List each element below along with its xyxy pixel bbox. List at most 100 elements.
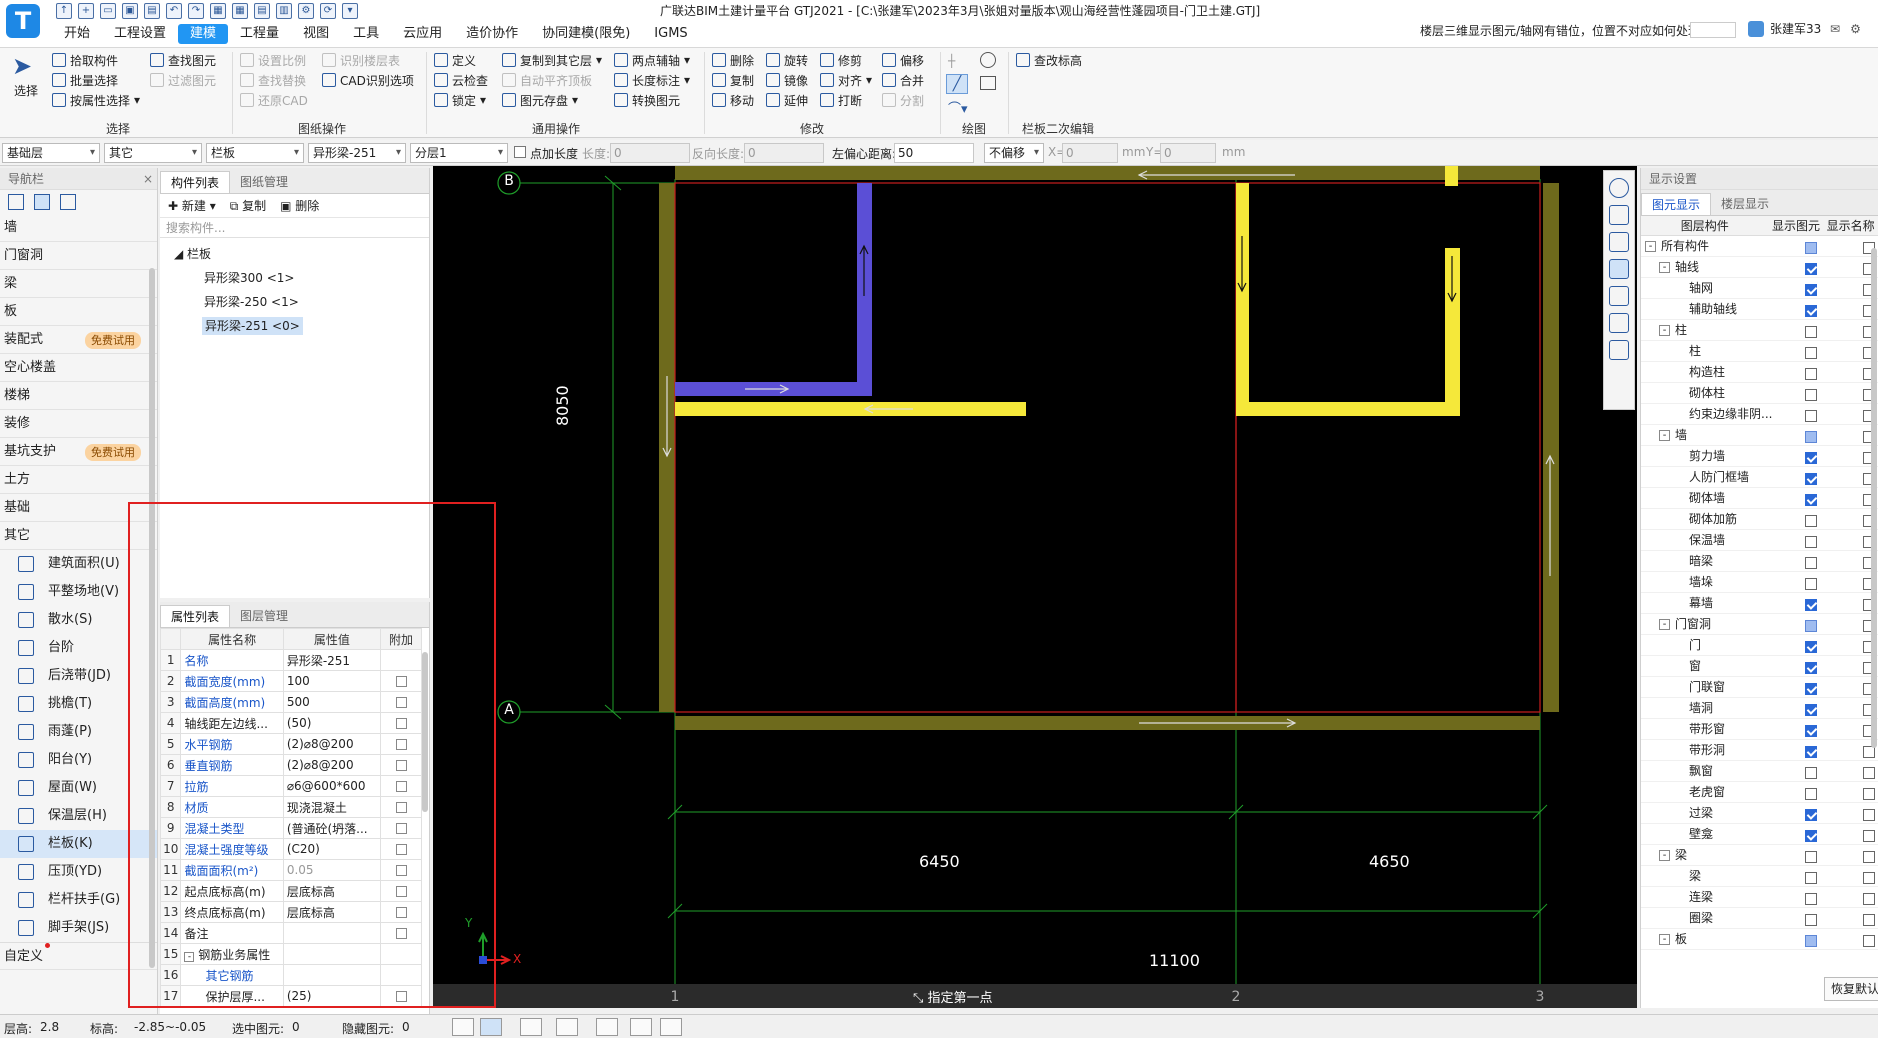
list-view-icon[interactable] bbox=[34, 194, 50, 210]
curve-icon[interactable] bbox=[660, 1018, 682, 1036]
arc-draw-icon[interactable]: ⌒▾ bbox=[948, 98, 968, 117]
show-element-checkbox[interactable] bbox=[1805, 725, 1817, 737]
show-element-checkbox[interactable] bbox=[1805, 662, 1817, 674]
display-row[interactable]: 砌体柱 bbox=[1641, 383, 1878, 404]
tab-element-display[interactable]: 图元显示 bbox=[1641, 193, 1712, 215]
two-point-axis-button[interactable]: 两点辅轴 ▾ bbox=[614, 50, 690, 70]
nav-item-door-window[interactable]: 门窗洞 bbox=[0, 242, 157, 270]
extra-checkbox[interactable] bbox=[395, 718, 407, 729]
display-scrollbar[interactable] bbox=[1871, 248, 1877, 748]
menu-collab-modeling[interactable]: 协同建模(限免) bbox=[530, 24, 642, 44]
show-name-checkbox[interactable] bbox=[1863, 809, 1875, 821]
extra-checkbox[interactable] bbox=[395, 697, 407, 708]
display-row[interactable]: -梁 bbox=[1641, 845, 1878, 866]
sync-icon[interactable]: ⟳ bbox=[320, 3, 336, 19]
nav-item-beam[interactable]: 梁 bbox=[0, 270, 157, 298]
display-row[interactable]: 柱 bbox=[1641, 341, 1878, 362]
extra-checkbox[interactable] bbox=[395, 991, 407, 1002]
tree-item[interactable]: 异形梁-250 <1> bbox=[160, 290, 429, 314]
collapse-icon[interactable]: - bbox=[1659, 262, 1670, 273]
offset-input[interactable]: 50 bbox=[894, 143, 974, 163]
cross-icon[interactable] bbox=[520, 1018, 542, 1036]
collapse-icon[interactable]: - bbox=[1659, 325, 1670, 336]
y-input[interactable]: 0 bbox=[1160, 143, 1216, 163]
property-row[interactable]: 3 截面高度(mm) 500 bbox=[159, 691, 422, 713]
menu-cost-collab[interactable]: 造价协作 bbox=[454, 24, 530, 44]
property-row[interactable]: 6 垂直钢筋 (2)⌀8@200 bbox=[159, 754, 422, 776]
collapse-icon[interactable]: - bbox=[1659, 430, 1670, 441]
show-element-checkbox[interactable] bbox=[1805, 683, 1817, 695]
attr-select-button[interactable]: 按属性选择 ▾ bbox=[52, 90, 140, 110]
nav-item-stairs[interactable]: 楼梯 bbox=[0, 382, 157, 410]
show-name-checkbox[interactable] bbox=[1863, 935, 1875, 947]
property-row[interactable]: 7 拉筋 ⌀6@600*600 bbox=[159, 775, 422, 797]
convert-element-button[interactable]: 转换图元 bbox=[614, 90, 680, 110]
nav-item-other[interactable]: 其它 bbox=[0, 522, 157, 550]
collapse-icon[interactable]: - bbox=[1645, 241, 1656, 252]
show-element-checkbox[interactable] bbox=[1805, 914, 1817, 926]
mirror-button[interactable]: 镜像 bbox=[766, 70, 808, 90]
show-element-checkbox[interactable] bbox=[1805, 389, 1817, 401]
collapse-icon[interactable]: - bbox=[184, 951, 195, 962]
user-info[interactable]: 张建军33 bbox=[1748, 20, 1821, 37]
sub-item-parapet[interactable]: 栏板(K) bbox=[0, 830, 157, 858]
extra-checkbox[interactable] bbox=[395, 886, 407, 897]
collapse-icon[interactable]: - bbox=[1659, 850, 1670, 861]
tool-icon[interactable]: ⚙ bbox=[298, 3, 314, 19]
delete-component-button[interactable]: ▣ 删除 bbox=[280, 197, 319, 214]
display-row[interactable]: 门 bbox=[1641, 635, 1878, 656]
select-button[interactable]: 选择 bbox=[14, 82, 38, 99]
show-element-checkbox[interactable] bbox=[1805, 263, 1817, 275]
property-row[interactable]: 11 截面面积(m²) 0.05 bbox=[159, 859, 422, 881]
display-row[interactable]: 带形窗 bbox=[1641, 719, 1878, 740]
display-row[interactable]: 幕墙 bbox=[1641, 593, 1878, 614]
show-element-checkbox[interactable] bbox=[1805, 851, 1817, 863]
close-icon[interactable]: × bbox=[143, 168, 153, 190]
tree-item-selected[interactable]: 异形梁-251 <0> bbox=[160, 314, 429, 338]
dynamic-input-icon[interactable] bbox=[596, 1018, 618, 1036]
display-row[interactable]: 构造柱 bbox=[1641, 362, 1878, 383]
show-element-checkbox[interactable] bbox=[1805, 326, 1817, 338]
more-icon[interactable]: ▾ bbox=[342, 3, 358, 19]
angle-icon[interactable] bbox=[556, 1018, 578, 1036]
display-row[interactable]: - 所有构件 bbox=[1641, 236, 1878, 257]
sub-item-scaffold[interactable]: 脚手架(JS) bbox=[0, 914, 157, 942]
table-icon[interactable]: ▤ bbox=[254, 3, 270, 19]
check-elevation-button[interactable]: 查改标高 bbox=[1016, 50, 1082, 70]
show-element-checkbox[interactable] bbox=[1805, 935, 1817, 947]
show-element-checkbox[interactable] bbox=[1805, 746, 1817, 758]
show-element-checkbox[interactable] bbox=[1805, 872, 1817, 884]
rotate-button[interactable]: 旋转 bbox=[766, 50, 808, 70]
new-component-button[interactable]: ✚ 新建 ▾ bbox=[168, 197, 216, 214]
batch-select-button[interactable]: 批量选择 bbox=[52, 70, 118, 90]
type-select[interactable]: 其它 bbox=[104, 143, 202, 163]
nav-item-foundation[interactable]: 基础 bbox=[0, 494, 157, 522]
help-search-input[interactable] bbox=[1690, 22, 1736, 38]
layer-view-icon[interactable] bbox=[1609, 340, 1629, 360]
sub-item-site-leveling[interactable]: 平整场地(V) bbox=[0, 578, 157, 606]
display-row[interactable]: 保温墙 bbox=[1641, 530, 1878, 551]
menu-project-settings[interactable]: 工程设置 bbox=[102, 24, 178, 44]
property-row[interactable]: 13 终点底标高(m) 层底标高 bbox=[159, 901, 422, 923]
display-row[interactable]: 墙洞 bbox=[1641, 698, 1878, 719]
sub-item-railing[interactable]: 栏杆扶手(G) bbox=[0, 886, 157, 914]
detail-view-icon[interactable] bbox=[60, 194, 76, 210]
show-name-checkbox[interactable] bbox=[1863, 851, 1875, 863]
tab-property-list[interactable]: 属性列表 bbox=[160, 605, 231, 627]
nav-item-pit-support[interactable]: 基坑支护 免费试用 bbox=[0, 438, 157, 466]
show-name-checkbox[interactable] bbox=[1863, 830, 1875, 842]
extra-checkbox[interactable] bbox=[395, 781, 407, 792]
display-row[interactable]: -板 bbox=[1641, 929, 1878, 950]
rect-draw-icon[interactable] bbox=[980, 76, 996, 90]
sub-item-coping[interactable]: 压顶(YD) bbox=[0, 858, 157, 886]
display-row[interactable]: 砌体加筋 bbox=[1641, 509, 1878, 530]
menu-start[interactable]: 开始 bbox=[52, 24, 102, 44]
break-button[interactable]: 打断 bbox=[820, 90, 862, 110]
extra-checkbox[interactable] bbox=[395, 676, 407, 687]
display-row[interactable]: 窗 bbox=[1641, 656, 1878, 677]
show-element-checkbox[interactable] bbox=[1805, 431, 1817, 443]
property-row[interactable]: 4 轴线距左边线... (50) bbox=[159, 712, 422, 734]
property-row[interactable]: 10 混凝土强度等级 (C20) bbox=[159, 838, 422, 860]
show-element-checkbox[interactable] bbox=[1805, 557, 1817, 569]
restore-default-button[interactable]: 恢复默认 bbox=[1824, 977, 1878, 1001]
